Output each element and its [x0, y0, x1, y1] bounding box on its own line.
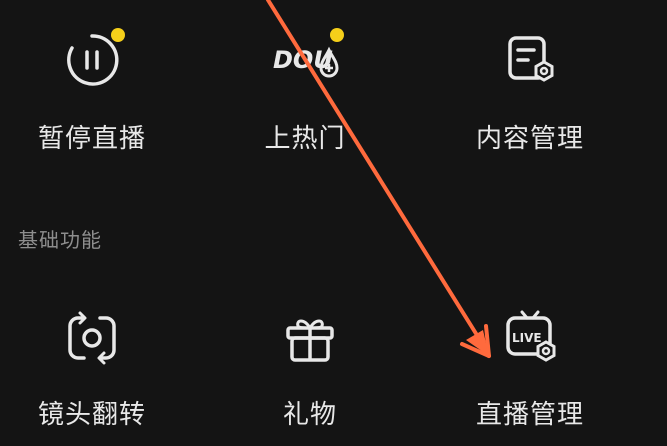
pause-live-button[interactable]: 暂停直播	[0, 28, 192, 168]
gift-button[interactable]: 礼物	[210, 306, 410, 446]
camera-flip-button[interactable]: 镜头翻转	[0, 306, 192, 446]
pause-live-label: 暂停直播	[37, 124, 146, 154]
hot-promote-label: 上热门	[264, 124, 346, 154]
notification-badge	[330, 28, 344, 42]
gift-icon	[286, 319, 334, 362]
camera-flip-label: 镜头翻转	[37, 400, 146, 430]
live-management-button[interactable]: LIVE 直播管理	[430, 306, 630, 446]
notification-badge	[111, 28, 125, 42]
content-management-label: 内容管理	[475, 124, 584, 154]
hot-promote-button[interactable]: DOU 上热门	[205, 28, 405, 168]
content-settings-icon	[508, 36, 554, 82]
camera-flip-icon	[68, 311, 116, 365]
section-title-basic-functions: 基础功能	[18, 228, 102, 252]
content-management-button[interactable]: 内容管理	[430, 28, 630, 168]
live-management-label: 直播管理	[475, 400, 584, 430]
svg-text:LIVE: LIVE	[512, 331, 542, 345]
live-settings-icon: LIVE	[506, 310, 556, 362]
gift-label: 礼物	[282, 400, 337, 430]
